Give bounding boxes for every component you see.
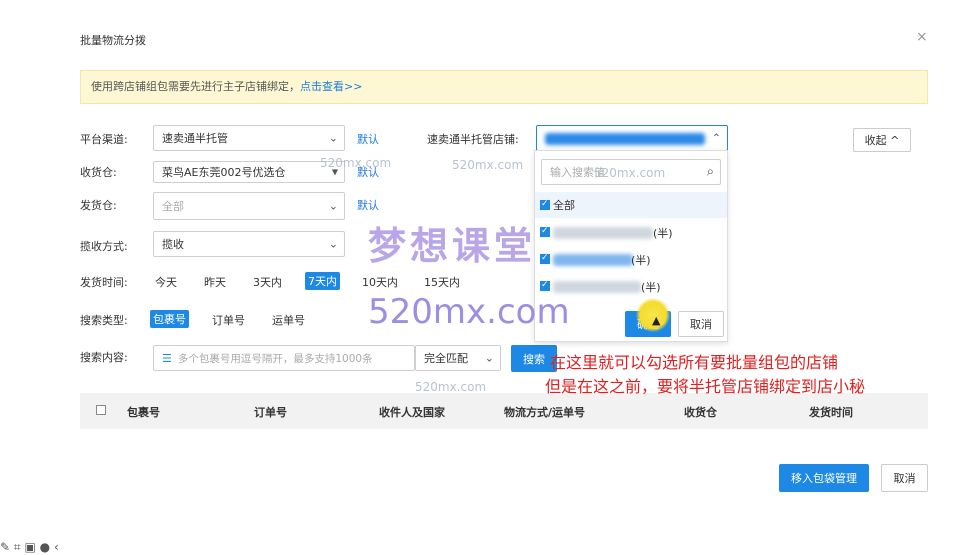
screenshot-icon[interactable]: ⌗	[14, 540, 21, 554]
ship-default-link[interactable]: 默认	[357, 197, 379, 213]
watermark-small: 520mx.com	[320, 156, 392, 170]
chevron-down-icon: ⌄	[328, 199, 338, 213]
blurred-store-names	[545, 133, 705, 145]
search-type-package[interactable]: 包裹号	[150, 310, 189, 328]
watermark-cn: 梦想课堂	[368, 223, 537, 268]
search-type-waybill[interactable]: 运单号	[272, 312, 305, 328]
watermark-small: 520mx.com	[415, 380, 487, 394]
chevron-down-icon: ⌄	[328, 237, 338, 251]
chevron-down-icon: ⌄	[484, 351, 494, 365]
receive-label: 收货仓:	[80, 166, 117, 179]
pickup-label: 揽收方式:	[80, 240, 128, 253]
notice-link[interactable]: 点击查看>>	[300, 80, 362, 93]
checkbox-all[interactable]	[540, 199, 550, 210]
channel-default-link[interactable]: 默认	[357, 131, 379, 147]
dialog-title: 批量物流分拨	[80, 34, 146, 47]
store-3-suffix: (半)	[641, 281, 661, 294]
pickup-select[interactable]: 揽收 ⌄	[153, 231, 345, 257]
channel-select[interactable]: 速卖通半托管 ⌄	[153, 125, 345, 151]
store-select[interactable]: ⌃	[536, 125, 728, 151]
annotation-line-2: 但是在这之前，要将半托管店铺绑定到店小秘	[545, 377, 866, 396]
channel-value: 速卖通半托管	[162, 132, 228, 145]
time-option-15days[interactable]: 15天内	[424, 274, 460, 290]
collapse-button[interactable]: 收起 ^	[853, 128, 911, 152]
notice-banner: 使用跨店铺组包需要先进行主子店铺绑定，点击查看>>	[80, 70, 928, 104]
col-order-no: 订单号	[254, 406, 287, 419]
time-option-10days[interactable]: 10天内	[362, 274, 398, 290]
checkbox-store-2[interactable]	[540, 253, 550, 264]
blurred-store-name	[553, 254, 633, 266]
player-toolbar: ✎ ⌗ ▣ ● ‹	[0, 540, 59, 555]
dropdown-item-all[interactable]: 全部	[535, 192, 727, 218]
move-to-bag-button[interactable]: 移入包袋管理	[779, 464, 869, 492]
chevron-up-icon: ^	[890, 133, 900, 147]
ship-label: 发货仓:	[80, 199, 117, 212]
checkbox-store-3[interactable]	[540, 280, 550, 291]
ship-select[interactable]: 全部 ⌄	[153, 192, 345, 220]
annotation-line-1: 在这里就可以勾选所有要批量组包的店铺	[550, 353, 839, 372]
back-icon[interactable]: ‹	[54, 540, 59, 554]
match-select[interactable]: 完全匹配 ⌄	[415, 345, 501, 371]
match-value: 完全匹配	[424, 352, 468, 365]
receive-value: 菜鸟AE东莞002号优选仓	[162, 166, 286, 179]
time-option-3days[interactable]: 3天内	[253, 274, 282, 290]
store-1-suffix: (半)	[653, 227, 673, 240]
search-icon: ⌕	[706, 164, 714, 180]
col-shipping-method: 物流方式/运单号	[504, 406, 586, 419]
dropdown-all-label: 全部	[553, 199, 575, 212]
camera-icon[interactable]: ▣	[24, 540, 35, 554]
close-icon[interactable]: ×	[916, 29, 928, 45]
watermark-small: 520mx.com	[452, 158, 524, 172]
dropdown-item-store-2[interactable]: (半)	[535, 248, 727, 272]
time-option-yesterday[interactable]: 昨天	[204, 274, 226, 290]
notice-text: 使用跨店铺组包需要先进行主子店铺绑定，	[91, 80, 300, 93]
dropdown-cancel-button[interactable]: 取消	[678, 311, 724, 337]
chat-icon[interactable]: ●	[40, 540, 50, 554]
table-header: 包裹号 订单号 收件人及国家 物流方式/运单号 收货仓 发货时间	[80, 393, 928, 429]
receive-select[interactable]: 菜鸟AE东莞002号优选仓 ▼	[153, 161, 345, 183]
pickup-value: 揽收	[162, 238, 184, 251]
blurred-store-name	[553, 227, 653, 239]
time-label: 发货时间:	[80, 276, 128, 289]
list-icon: ☰	[162, 351, 172, 365]
time-option-7days[interactable]: 7天内	[305, 272, 340, 290]
dropdown-item-store-1[interactable]: (半)	[535, 221, 727, 245]
footer-cancel-button[interactable]: 取消	[881, 464, 928, 492]
search-placeholder: 多个包裹号用逗号隔开，最多支持1000条	[177, 352, 373, 365]
cursor-icon: ▲	[652, 314, 661, 327]
channel-label: 平台渠道:	[80, 133, 128, 146]
search-input[interactable]: ☰ 多个包裹号用逗号隔开，最多支持1000条	[153, 345, 415, 371]
watermark-en: 520mx.com	[368, 292, 570, 332]
col-package-no: 包裹号	[127, 406, 160, 419]
pen-icon[interactable]: ✎	[0, 540, 10, 554]
checkbox-store-1[interactable]	[540, 226, 550, 237]
chevron-down-icon: ⌄	[328, 131, 338, 145]
time-option-today[interactable]: 今天	[155, 274, 177, 290]
search-type-order[interactable]: 订单号	[212, 312, 245, 328]
col-receive-warehouse: 收货仓	[684, 406, 717, 419]
col-ship-time: 发货时间	[809, 406, 853, 419]
col-recipient-country: 收件人及国家	[379, 406, 445, 419]
select-all-checkbox[interactable]	[96, 405, 106, 415]
store-label: 速卖通半托管店铺:	[427, 133, 519, 146]
ship-value: 全部	[162, 200, 184, 213]
watermark-small: 520mx.com	[594, 166, 666, 180]
search-content-label: 搜索内容:	[80, 351, 128, 364]
store-2-suffix: (半)	[631, 254, 651, 267]
search-type-label: 搜索类型:	[80, 314, 128, 327]
chevron-up-icon: ⌃	[711, 131, 721, 145]
